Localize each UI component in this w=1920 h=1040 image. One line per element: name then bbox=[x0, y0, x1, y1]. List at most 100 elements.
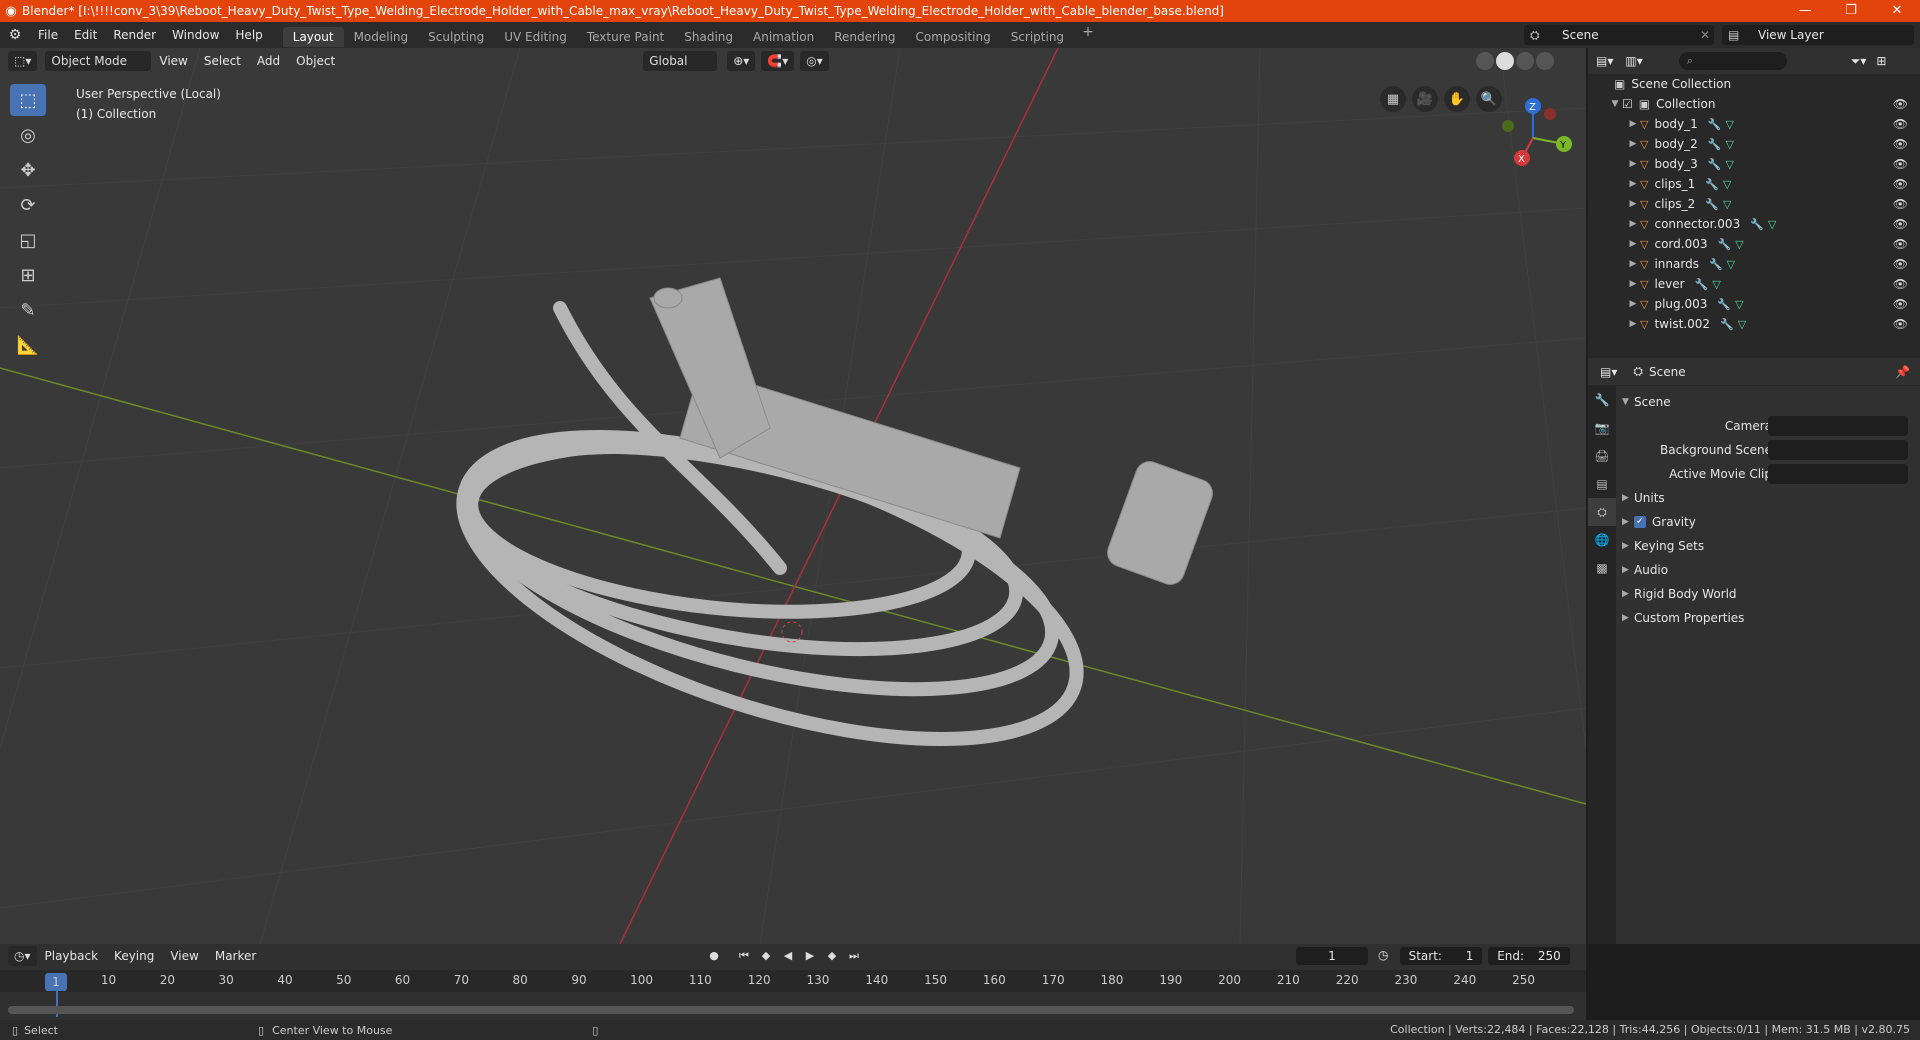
tab-texture-paint[interactable]: Texture Paint bbox=[577, 27, 674, 47]
menu-window[interactable]: Window bbox=[164, 22, 227, 48]
material-shading-icon[interactable] bbox=[1516, 52, 1534, 70]
new-collection-icon[interactable]: ⊞ bbox=[1876, 54, 1886, 68]
timeline-ruler[interactable]: 1 10 20 30 40 50 60 70 80 90 100 110 120 130 140 150 160… bbox=[0, 970, 1586, 992]
eye-icon[interactable]: 👁 bbox=[1893, 257, 1908, 271]
timeline-editor-icon[interactable]: ◷▾ bbox=[8, 946, 37, 966]
add-workspace-icon[interactable]: + bbox=[1074, 24, 1102, 47]
eye-icon[interactable]: 👁 bbox=[1893, 117, 1908, 131]
menu-select[interactable]: Select bbox=[196, 54, 249, 68]
view-layer-tab-icon[interactable]: ▤ bbox=[1588, 470, 1616, 498]
minimize-button[interactable]: — bbox=[1782, 0, 1828, 22]
orientation-dropdown[interactable]: Global bbox=[643, 51, 718, 71]
transform-icon[interactable]: ⊞ bbox=[10, 259, 46, 291]
jump-keyframe-back-icon[interactable]: ◆ bbox=[756, 948, 776, 964]
eye-icon[interactable]: 👁 bbox=[1893, 97, 1908, 111]
outliner-object-row[interactable]: ▶ ▽ innards 🔧 ▽ 👁 bbox=[1588, 254, 1920, 274]
move-icon[interactable]: ✥ bbox=[10, 154, 46, 186]
output-tab-icon[interactable]: 🖨 bbox=[1588, 442, 1616, 470]
expand-arrow-icon[interactable]: ▶ bbox=[1626, 199, 1640, 209]
properties-editor-icon[interactable]: ▤▾ bbox=[1600, 365, 1617, 379]
panel-audio[interactable]: ▶ Audio bbox=[1616, 558, 1920, 582]
modifier-wrench-icon[interactable]: 🔧 bbox=[1705, 198, 1719, 211]
expand-arrow-icon[interactable]: ▼ bbox=[1608, 99, 1622, 109]
tab-rendering[interactable]: Rendering bbox=[824, 27, 905, 47]
menu-edit[interactable]: Edit bbox=[66, 22, 105, 48]
proportional-edit-icon[interactable]: ◎▾ bbox=[800, 51, 829, 71]
mesh-data-icon[interactable]: ▽ bbox=[1738, 318, 1746, 331]
render-tab-icon[interactable]: 📷 bbox=[1588, 414, 1616, 442]
eye-icon[interactable]: 👁 bbox=[1893, 177, 1908, 191]
tab-uv-editing[interactable]: UV Editing bbox=[494, 27, 577, 47]
snap-icon[interactable]: 🧲▾ bbox=[761, 51, 795, 71]
world-tab-icon[interactable]: 🌐 bbox=[1588, 526, 1616, 554]
outliner-collection[interactable]: ▼ ☑ ▣ Collection 👁 bbox=[1588, 94, 1920, 114]
outliner-object-row[interactable]: ▶ ▽ body_2 🔧 ▽ 👁 bbox=[1588, 134, 1920, 154]
modifier-wrench-icon[interactable]: 🔧 bbox=[1708, 138, 1722, 151]
tab-animation[interactable]: Animation bbox=[743, 27, 824, 47]
modifier-wrench-icon[interactable]: 🔧 bbox=[1720, 318, 1734, 331]
modifier-wrench-icon[interactable]: 🔧 bbox=[1717, 298, 1731, 311]
tab-layout[interactable]: Layout bbox=[282, 26, 344, 47]
menu-keying[interactable]: Keying bbox=[106, 949, 162, 963]
tab-scripting[interactable]: Scripting bbox=[1001, 27, 1074, 47]
expand-arrow-icon[interactable]: ▶ bbox=[1626, 119, 1640, 129]
eye-icon[interactable]: 👁 bbox=[1893, 137, 1908, 151]
menu-timeline-view[interactable]: View bbox=[162, 949, 206, 963]
panel-rigid-body-world[interactable]: ▶ Rigid Body World bbox=[1616, 582, 1920, 606]
outliner-object-row[interactable]: ▶ ▽ twist.002 🔧 ▽ 👁 bbox=[1588, 314, 1920, 334]
hand-pan-icon[interactable]: ✋ bbox=[1444, 86, 1470, 112]
jump-keyframe-forward-icon[interactable]: ◆ bbox=[822, 948, 842, 964]
expand-arrow-icon[interactable]: ▶ bbox=[1626, 219, 1640, 229]
scale-icon[interactable]: ◱ bbox=[10, 224, 46, 256]
modifier-wrench-icon[interactable]: 🔧 bbox=[1709, 258, 1723, 271]
background-scene-input[interactable] bbox=[1768, 440, 1908, 460]
panel-scene[interactable]: ▼ Scene bbox=[1616, 390, 1920, 414]
pin-icon[interactable]: 📌 bbox=[1895, 365, 1910, 379]
expand-arrow-icon[interactable]: ▶ bbox=[1626, 239, 1640, 249]
mesh-data-icon[interactable]: ▽ bbox=[1725, 118, 1733, 131]
cursor-icon[interactable]: ◎ bbox=[10, 119, 46, 151]
mesh-data-icon[interactable]: ▽ bbox=[1723, 178, 1731, 191]
timeline-scrollbar[interactable] bbox=[8, 1006, 1574, 1014]
eye-icon[interactable]: 👁 bbox=[1893, 237, 1908, 251]
measure-icon[interactable]: 📐 bbox=[10, 329, 46, 361]
close-icon[interactable]: ✕ bbox=[1700, 28, 1710, 42]
mesh-data-icon[interactable]: ▽ bbox=[1768, 218, 1776, 231]
menu-add[interactable]: Add bbox=[249, 54, 288, 68]
scene-selector[interactable]: ⛭ Scene ✕ bbox=[1524, 25, 1714, 45]
menu-render[interactable]: Render bbox=[105, 22, 164, 48]
outliner-object-row[interactable]: ▶ ▽ clips_2 🔧 ▽ 👁 bbox=[1588, 194, 1920, 214]
menu-view[interactable]: View bbox=[151, 54, 195, 68]
modifier-wrench-icon[interactable]: 🔧 bbox=[1695, 278, 1709, 291]
jump-start-icon[interactable]: ⏮ bbox=[734, 948, 754, 964]
mesh-data-icon[interactable]: ▽ bbox=[1735, 298, 1743, 311]
view-layer-selector[interactable]: ▤ View Layer bbox=[1722, 25, 1914, 45]
camera-icon[interactable]: 🎥 bbox=[1412, 86, 1438, 112]
play-reverse-icon[interactable]: ◀ bbox=[778, 948, 798, 964]
outliner-object-row[interactable]: ▶ ▽ connector.003 🔧 ▽ 👁 bbox=[1588, 214, 1920, 234]
3d-viewport[interactable]: ⬚▾ Object Mode View Select Add Object Gl… bbox=[0, 48, 1586, 944]
camera-input[interactable] bbox=[1768, 416, 1908, 436]
modifier-wrench-icon[interactable]: 🔧 bbox=[1708, 158, 1722, 171]
clock-icon[interactable]: ◷ bbox=[1378, 948, 1388, 962]
eye-icon[interactable]: 👁 bbox=[1893, 157, 1908, 171]
select-box-icon[interactable]: ⬚ bbox=[10, 84, 46, 116]
grid-icon[interactable]: ▦ bbox=[1380, 86, 1406, 112]
close-button[interactable]: ✕ bbox=[1874, 0, 1920, 22]
menu-file[interactable]: File bbox=[30, 22, 66, 48]
modifier-wrench-icon[interactable]: 🔧 bbox=[1708, 118, 1722, 131]
solid-shading-icon[interactable] bbox=[1496, 52, 1514, 70]
panel-custom-properties[interactable]: ▶ Custom Properties bbox=[1616, 606, 1920, 630]
expand-arrow-icon[interactable]: ▶ bbox=[1626, 319, 1640, 329]
pivot-icon[interactable]: ⊕▾ bbox=[727, 51, 756, 71]
maximize-button[interactable]: ❐ bbox=[1828, 0, 1874, 22]
outliner-object-row[interactable]: ▶ ▽ plug.003 🔧 ▽ 👁 bbox=[1588, 294, 1920, 314]
blender-menu-icon[interactable]: ⚙ bbox=[0, 27, 30, 43]
annotate-icon[interactable]: ✎ bbox=[10, 294, 46, 326]
mesh-data-icon[interactable]: ▽ bbox=[1727, 258, 1735, 271]
checkbox-icon[interactable]: ☑ bbox=[1622, 97, 1633, 111]
outliner-object-row[interactable]: ▶ ▽ clips_1 🔧 ▽ 👁 bbox=[1588, 174, 1920, 194]
menu-object[interactable]: Object bbox=[288, 54, 343, 68]
menu-playback[interactable]: Playback bbox=[37, 949, 107, 963]
menu-help[interactable]: Help bbox=[227, 22, 270, 48]
